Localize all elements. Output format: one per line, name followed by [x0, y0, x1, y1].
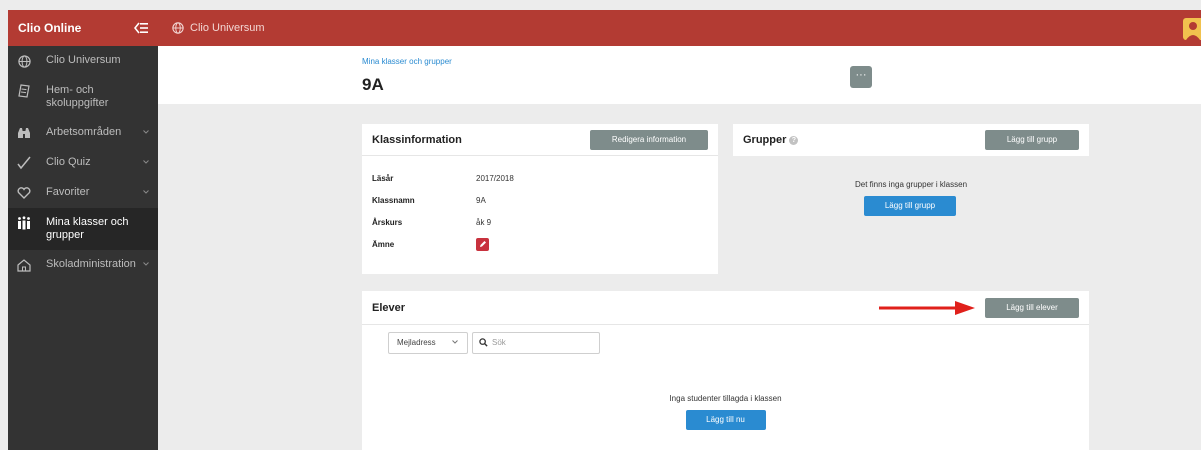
- add-group-empty-button[interactable]: Lägg till grupp: [864, 196, 956, 216]
- info-label: Årskurs: [372, 217, 403, 227]
- groups-title-text: Grupper: [743, 134, 787, 146]
- class-info-header: Klassinformation Redigera information: [362, 124, 718, 156]
- sidebar-item-label: Skoladministration: [46, 258, 136, 270]
- edit-subject-pencil-icon[interactable]: [476, 237, 489, 251]
- page-title: 9A: [362, 75, 384, 94]
- groups-empty-text: Det finns inga grupper i klassen: [854, 180, 968, 189]
- sidebar-item-label: Clio Universum: [46, 54, 121, 66]
- info-value: 2017/2018: [476, 173, 514, 183]
- sidebar-item-label: Favoriter: [46, 186, 90, 198]
- brand-name: Clio Online: [18, 21, 82, 35]
- class-info-list: Läsår 2017/2018 Klassnamn 9A Årskurs åk …: [362, 156, 718, 255]
- info-row-lasar: Läsår 2017/2018: [362, 167, 718, 189]
- help-icon[interactable]: ?: [789, 135, 799, 145]
- sidebar: Clio Online Clio Universum Hem- och skol…: [8, 10, 158, 450]
- add-students-button[interactable]: Lägg till elever: [985, 297, 1079, 318]
- students-empty-area: Inga studenter tillagda i klassen Lägg t…: [362, 360, 1089, 450]
- students-title: Elever: [372, 301, 406, 314]
- annotation-arrow-icon: [879, 301, 975, 315]
- sidebar-item-label: Clio Quiz: [46, 156, 91, 168]
- heart-icon: [16, 186, 32, 200]
- chevron-down-icon: [142, 259, 150, 267]
- more-options-button[interactable]: ···: [850, 66, 872, 88]
- group-icon: [16, 216, 32, 230]
- groups-title: Grupper ?: [743, 134, 799, 146]
- add-now-button[interactable]: Lägg till nu: [685, 410, 766, 430]
- top-bar: Clio Universum: [158, 10, 1201, 46]
- search-icon: [479, 334, 488, 352]
- students-header: Elever Lägg till elever: [362, 291, 1089, 324]
- sidebar-item-arbetsomraden[interactable]: Arbetsområden: [8, 118, 158, 148]
- sidebar-item-label: Hem- och skoluppgifter: [46, 84, 109, 109]
- topbar-title[interactable]: Clio Universum: [190, 22, 265, 34]
- students-empty-text: Inga studenter tillagda i klassen: [669, 394, 782, 403]
- globe-icon: [172, 22, 184, 34]
- chevron-down-icon: [142, 157, 150, 165]
- sidebar-item-clio-universum[interactable]: Clio Universum: [8, 46, 158, 76]
- page-header: Mina klasser och grupper 9A ···: [158, 46, 1201, 104]
- search-box: [472, 331, 600, 354]
- collapse-sidebar-icon[interactable]: [134, 22, 148, 34]
- avatar[interactable]: [1183, 18, 1201, 40]
- globe-icon: [16, 54, 32, 68]
- chevron-down-icon: [451, 338, 459, 348]
- info-row-arskurs: Årskurs åk 9: [362, 211, 718, 233]
- chevron-down-icon: [142, 127, 150, 135]
- sidebar-item-skoladministration[interactable]: Skoladministration: [8, 250, 158, 280]
- check-icon: [16, 156, 32, 170]
- class-info-panel: Klassinformation Redigera information Lä…: [362, 124, 718, 274]
- groups-header: Grupper ? Lägg till grupp: [733, 124, 1089, 156]
- info-value: 9A: [476, 195, 486, 205]
- groups-panel-header: Grupper ? Lägg till grupp: [733, 124, 1089, 156]
- info-row-klassnamn: Klassnamn 9A: [362, 189, 718, 211]
- filter-field-select[interactable]: Mejladress: [388, 331, 468, 354]
- filter-field-value: Mejladress: [397, 338, 436, 347]
- school-icon: [16, 258, 32, 272]
- info-label: Ämne: [372, 239, 395, 249]
- search-input[interactable]: [492, 338, 592, 347]
- sidebar-item-mina-klasser-och-grupper[interactable]: Mina klasser och grupper: [8, 208, 158, 250]
- edit-information-button[interactable]: Redigera information: [590, 129, 708, 150]
- sidebar-item-clio-quiz[interactable]: Clio Quiz: [8, 148, 158, 178]
- students-filter-bar: Mejladress: [362, 324, 1089, 360]
- add-group-button[interactable]: Lägg till grupp: [985, 130, 1079, 150]
- sidebar-item-favoriter[interactable]: Favoriter: [8, 178, 158, 208]
- info-row-amne: Ämne: [362, 233, 718, 255]
- breadcrumb[interactable]: Mina klasser och grupper: [362, 57, 452, 66]
- notes-icon: [16, 84, 32, 98]
- info-label: Läsår: [372, 173, 394, 183]
- sidebar-item-label: Arbetsområden: [46, 126, 122, 138]
- chevron-down-icon: [142, 187, 150, 195]
- students-panel: Elever Lägg till elever Mejladress: [362, 291, 1089, 360]
- sidebar-header: Clio Online: [8, 10, 158, 46]
- sidebar-item-label: Mina klasser och grupper: [46, 216, 129, 241]
- binoculars-icon: [16, 126, 32, 140]
- info-label: Klassnamn: [372, 195, 415, 205]
- info-value: åk 9: [476, 217, 492, 227]
- class-info-title: Klassinformation: [372, 133, 462, 146]
- sidebar-item-hem-och-skoluppgifter[interactable]: Hem- och skoluppgifter: [8, 76, 158, 118]
- students-empty-actions: Lägg till nu: [362, 409, 1089, 430]
